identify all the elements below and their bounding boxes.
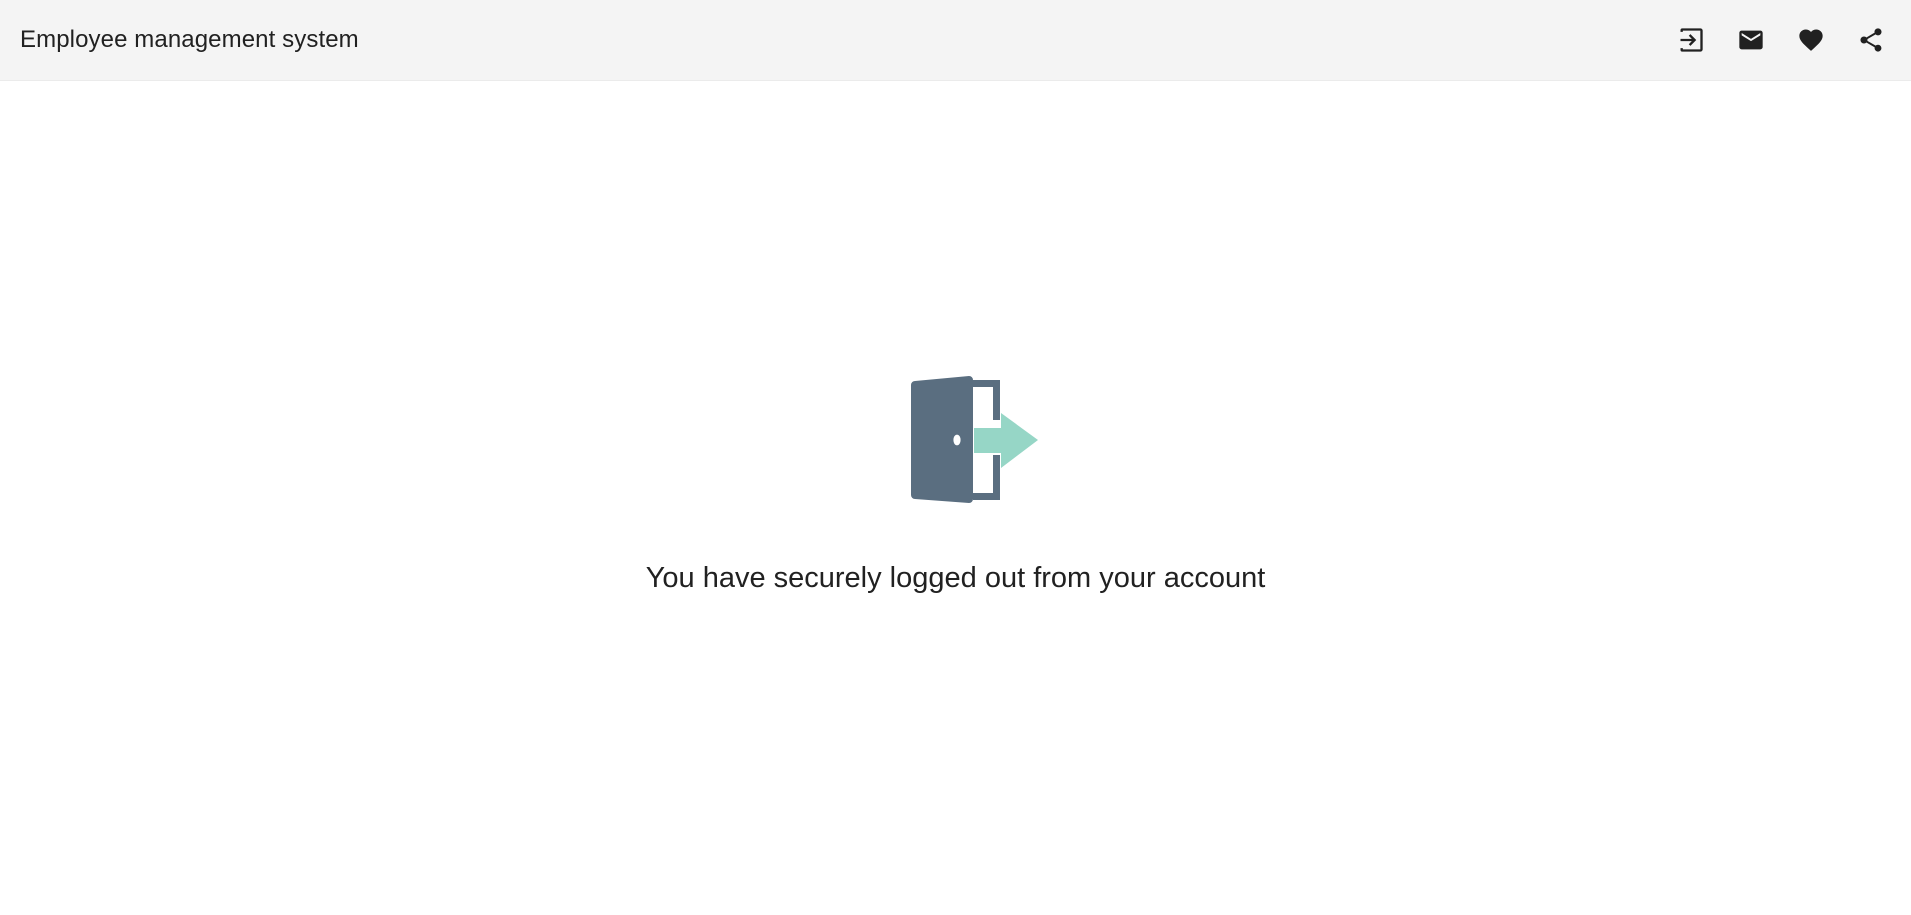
mail-button[interactable]: [1721, 10, 1781, 70]
door-exit-icon: [906, 372, 1042, 508]
door-frame-bottom: [973, 455, 1000, 500]
login-icon: [1677, 26, 1705, 54]
favorite-button[interactable]: [1781, 10, 1841, 70]
toolbar-actions: [1661, 0, 1911, 80]
share-icon: [1857, 26, 1885, 54]
door-knob: [953, 434, 961, 446]
door-leaf: [911, 376, 973, 503]
share-button[interactable]: [1841, 10, 1901, 70]
exit-arrow: [974, 413, 1038, 468]
heart-icon: [1797, 26, 1825, 54]
app-bar: Employee management system: [0, 0, 1911, 80]
mail-icon: [1737, 26, 1765, 54]
door-frame: [973, 380, 1000, 420]
logout-message: You have securely logged out from your a…: [645, 562, 1266, 594]
app-title: Employee management system: [20, 26, 359, 53]
login-button[interactable]: [1661, 10, 1721, 70]
